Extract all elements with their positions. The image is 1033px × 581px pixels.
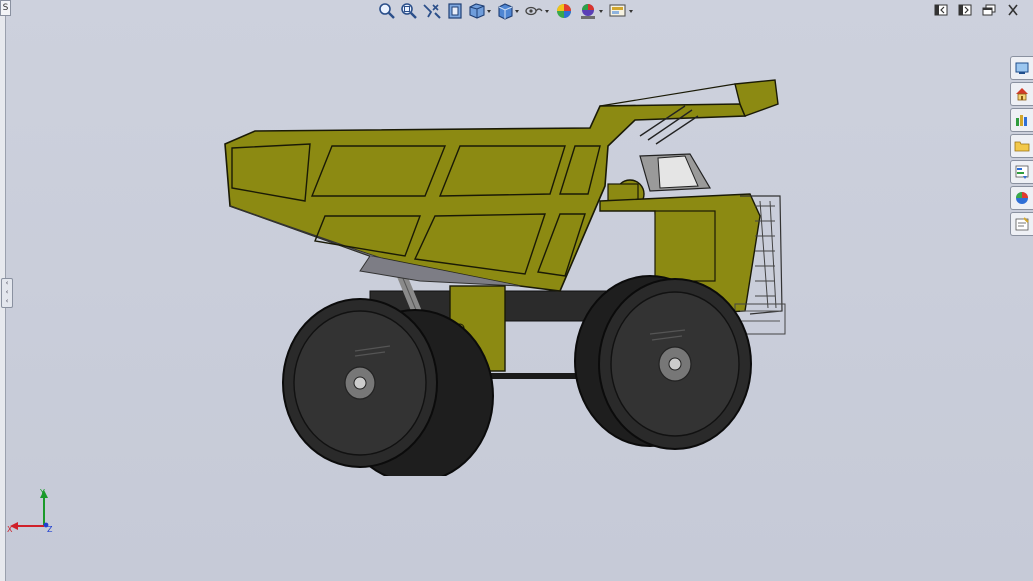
- close-icon: [1008, 4, 1018, 16]
- design-library-icon: [1016, 115, 1027, 126]
- home-icon: [1016, 88, 1028, 101]
- zoom-to-area-icon: [401, 3, 417, 19]
- restore-button[interactable]: [981, 3, 997, 17]
- task-pane-appearances-tab[interactable]: [1010, 186, 1033, 210]
- task-pane-resources-tab[interactable]: [1010, 56, 1033, 80]
- tile-vertical-icon: [958, 4, 972, 16]
- view-settings-icon: [609, 4, 633, 17]
- tile-vertical-button[interactable]: [957, 3, 973, 17]
- task-pane-tabs: [1010, 56, 1033, 236]
- zoom-to-fit-button[interactable]: [377, 1, 397, 21]
- view-orientation-icon: [469, 3, 491, 19]
- hide-show-items-dropdown[interactable]: [523, 1, 551, 21]
- display-style-dropdown[interactable]: [495, 1, 521, 21]
- view-settings-dropdown[interactable]: [607, 1, 635, 21]
- zoom-to-fit-icon: [379, 3, 395, 19]
- heads-up-view-toolbar: [377, 1, 635, 21]
- feature-manager-tab[interactable]: S: [0, 0, 11, 16]
- triad-y-label: Y: [39, 488, 45, 497]
- zoom-to-area-button[interactable]: [399, 1, 419, 21]
- restore-icon: [982, 4, 996, 16]
- task-pane-file-explorer-tab[interactable]: [1010, 134, 1033, 158]
- tile-horizontal-icon: [934, 4, 948, 16]
- edit-appearance-button[interactable]: [553, 1, 575, 21]
- task-pane-design-library-tab[interactable]: [1010, 108, 1033, 132]
- document-window-controls: [933, 3, 1021, 17]
- panel-collapse-handle[interactable]: ‹ ‹ ‹: [1, 278, 13, 308]
- dump-truck-model[interactable]: [220, 76, 800, 476]
- hide-show-items-icon: [525, 6, 549, 16]
- task-pane-home-tab[interactable]: [1010, 82, 1033, 106]
- view-orientation-dropdown[interactable]: [467, 1, 493, 21]
- resources-icon: [1015, 62, 1029, 74]
- tile-horizontal-button[interactable]: [933, 3, 949, 17]
- section-view-icon: [448, 3, 462, 19]
- custom-properties-icon: [1015, 217, 1029, 231]
- display-style-icon: [498, 3, 519, 20]
- apply-scene-icon: [581, 4, 603, 19]
- section-view-button[interactable]: [445, 1, 465, 21]
- apply-scene-dropdown[interactable]: [577, 1, 605, 21]
- previous-view-button[interactable]: [421, 1, 443, 21]
- triad-x-label: X: [7, 525, 13, 534]
- edit-appearance-icon: [557, 4, 571, 18]
- task-pane-custom-properties-tab[interactable]: [1010, 212, 1033, 236]
- reference-triad: Y X Z: [7, 488, 53, 534]
- file-explorer-icon: [1014, 141, 1030, 152]
- close-button[interactable]: [1005, 3, 1021, 17]
- view-palette-icon: [1015, 165, 1029, 179]
- front-wheel: [574, 275, 752, 450]
- task-pane-view-palette-tab[interactable]: [1010, 160, 1033, 184]
- appearances-icon: [1016, 192, 1028, 204]
- triad-z-label: Z: [47, 525, 53, 534]
- previous-view-icon: [423, 4, 441, 19]
